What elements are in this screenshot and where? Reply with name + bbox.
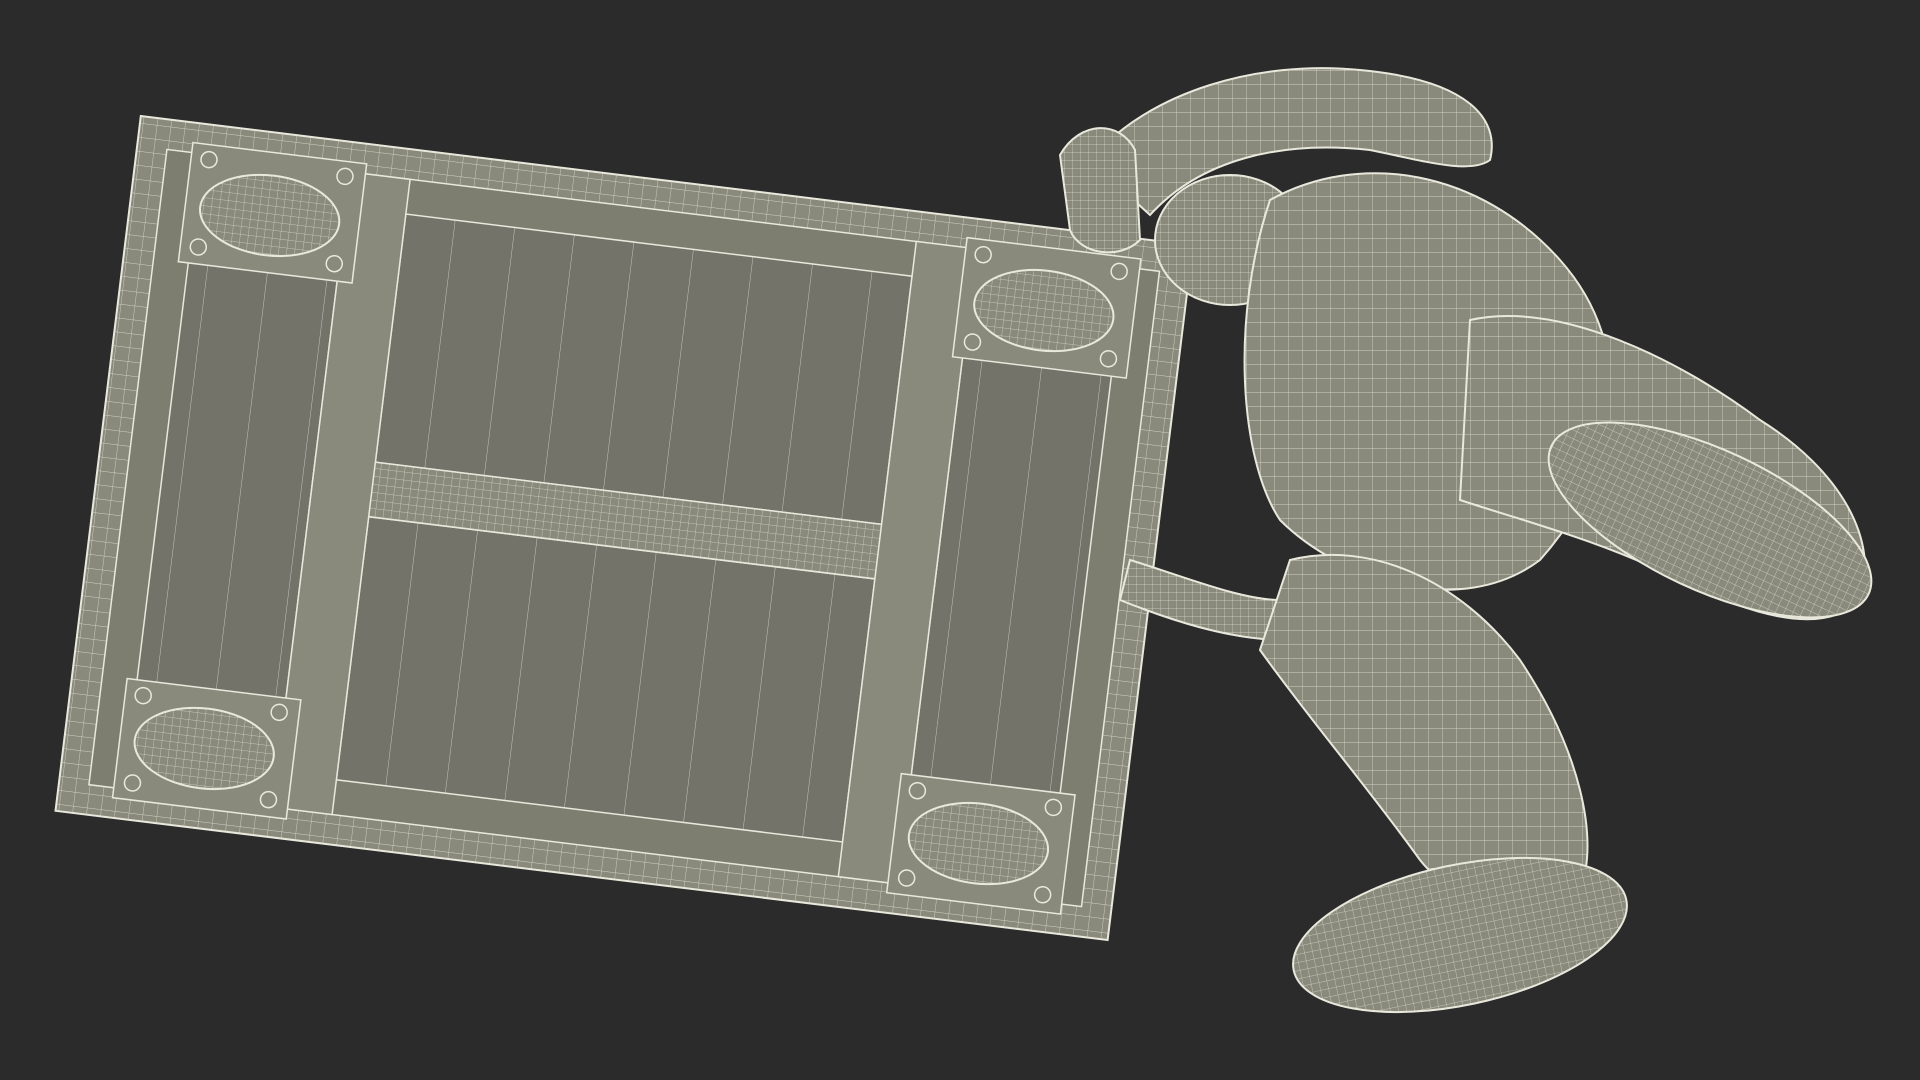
platform-cart [54,114,1195,942]
caster-wheel-icon [885,772,1076,915]
caster-wheel-icon [111,677,302,820]
worker-figure-icon [1058,67,1873,1014]
render-viewport [0,0,1920,1080]
caster-wheel-icon [951,236,1142,379]
caster-wheel-icon [177,141,368,284]
wireframe-render [54,67,1873,1014]
